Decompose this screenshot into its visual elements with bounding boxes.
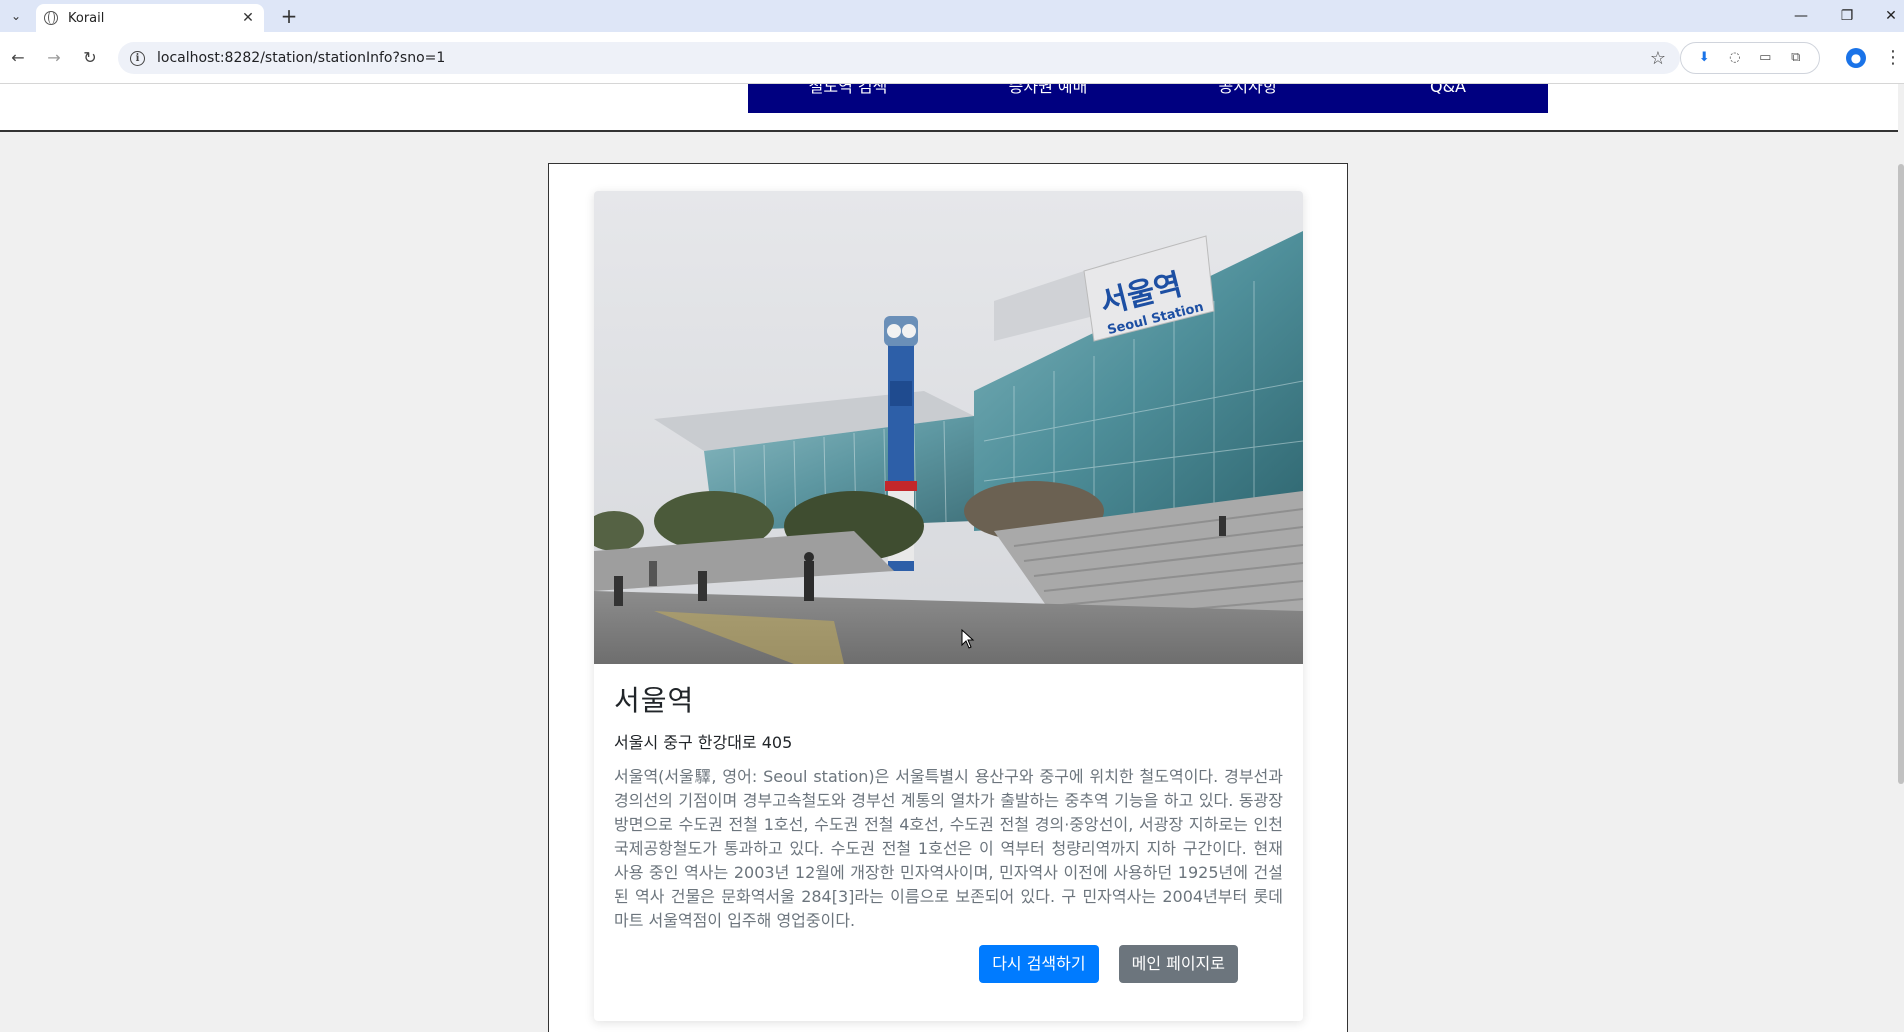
extension-icon[interactable]: ◌ — [1727, 50, 1743, 66]
station-info: 서울역 서울시 중구 한강대로 405 서울역(서울驛, 영어: Seoul s… — [614, 679, 1283, 983]
station-name: 서울역 — [614, 684, 695, 717]
nav-label: 공지사항 — [1218, 84, 1278, 96]
main-page-button[interactable]: 메인 페이지로 — [1118, 945, 1238, 983]
nav-item-notices[interactable]: 공지사항 — [1148, 84, 1348, 113]
site-info-icon[interactable]: i — [130, 50, 145, 66]
station-address: 서울시 중구 한강대로 405 — [614, 733, 793, 752]
nav-label: Q&A — [1429, 84, 1466, 96]
content-container: 서울역 Seoul Station 서울역 서울시 중구 한강대로 405 서울… — [548, 163, 1348, 1032]
station-photo: 서울역 Seoul Station — [594, 191, 1303, 664]
station-card: 서울역 Seoul Station 서울역 서울시 중구 한강대로 405 서울… — [594, 191, 1303, 1021]
browser-menu-icon[interactable]: ⋮ — [1884, 46, 1902, 70]
back-icon[interactable]: ← — [8, 48, 28, 68]
mouse-cursor-icon — [961, 629, 975, 649]
minimize-button[interactable]: — — [1786, 6, 1816, 26]
restore-button[interactable]: ❐ — [1832, 6, 1862, 26]
address-bar[interactable]: i localhost:8282/station/stationInfo?sno… — [118, 42, 1680, 74]
extension-icon[interactable]: ▭ — [1757, 50, 1773, 66]
scrollbar-thumb[interactable] — [1898, 164, 1904, 784]
reload-icon[interactable]: ↻ — [80, 48, 100, 68]
bookmark-star-icon[interactable]: ☆ — [1650, 48, 1666, 69]
page-scrollbar[interactable] — [1898, 84, 1904, 1032]
nav-label: 철도역 검색 — [808, 84, 888, 96]
profile-avatar-icon[interactable]: ● — [1846, 48, 1866, 68]
puzzle-icon[interactable]: ⧉ — [1788, 50, 1804, 66]
globe-icon — [44, 11, 58, 25]
search-again-button[interactable]: 다시 검색하기 — [979, 945, 1099, 983]
nav-item-qna[interactable]: Q&A — [1348, 84, 1548, 113]
close-window-button[interactable]: ✕ — [1876, 6, 1904, 26]
url-text[interactable]: localhost:8282/station/stationInfo?sno=1 — [157, 50, 445, 66]
browser-tab-bar: ⌄ Korail ✕ + — ❐ ✕ — [0, 0, 1904, 32]
page-viewport: 철도역 검색 승차권 예매 공지사항 Q&A 서울역 Seoul Station… — [0, 84, 1904, 1032]
nav-label: 승차권 예매 — [1008, 84, 1088, 96]
browser-tab[interactable]: Korail ✕ — [36, 4, 264, 32]
main-nav: 철도역 검색 승차권 예매 공지사항 Q&A — [748, 84, 1548, 113]
site-header: 철도역 검색 승차권 예매 공지사항 Q&A — [0, 84, 1898, 132]
action-buttons: 다시 검색하기 메인 페이지로 — [614, 945, 1283, 983]
tab-close-icon[interactable]: ✕ — [240, 10, 256, 26]
nav-item-ticket-booking[interactable]: 승차권 예매 — [948, 84, 1148, 113]
tab-title: Korail — [68, 10, 105, 26]
download-extension-icon[interactable]: ⬇ — [1696, 50, 1712, 66]
browser-toolbar: ← → ↻ i localhost:8282/station/stationIn… — [0, 32, 1904, 84]
nav-item-station-search[interactable]: 철도역 검색 — [748, 84, 948, 113]
extensions-group: ⬇ ◌ ▭ ⧉ — [1680, 42, 1820, 74]
new-tab-button[interactable]: + — [278, 5, 300, 27]
tab-search-icon[interactable]: ⌄ — [6, 6, 26, 26]
forward-icon[interactable]: → — [44, 48, 64, 68]
station-description: 서울역(서울驛, 영어: Seoul station)은 서울특별시 용산구와 … — [614, 767, 1283, 930]
